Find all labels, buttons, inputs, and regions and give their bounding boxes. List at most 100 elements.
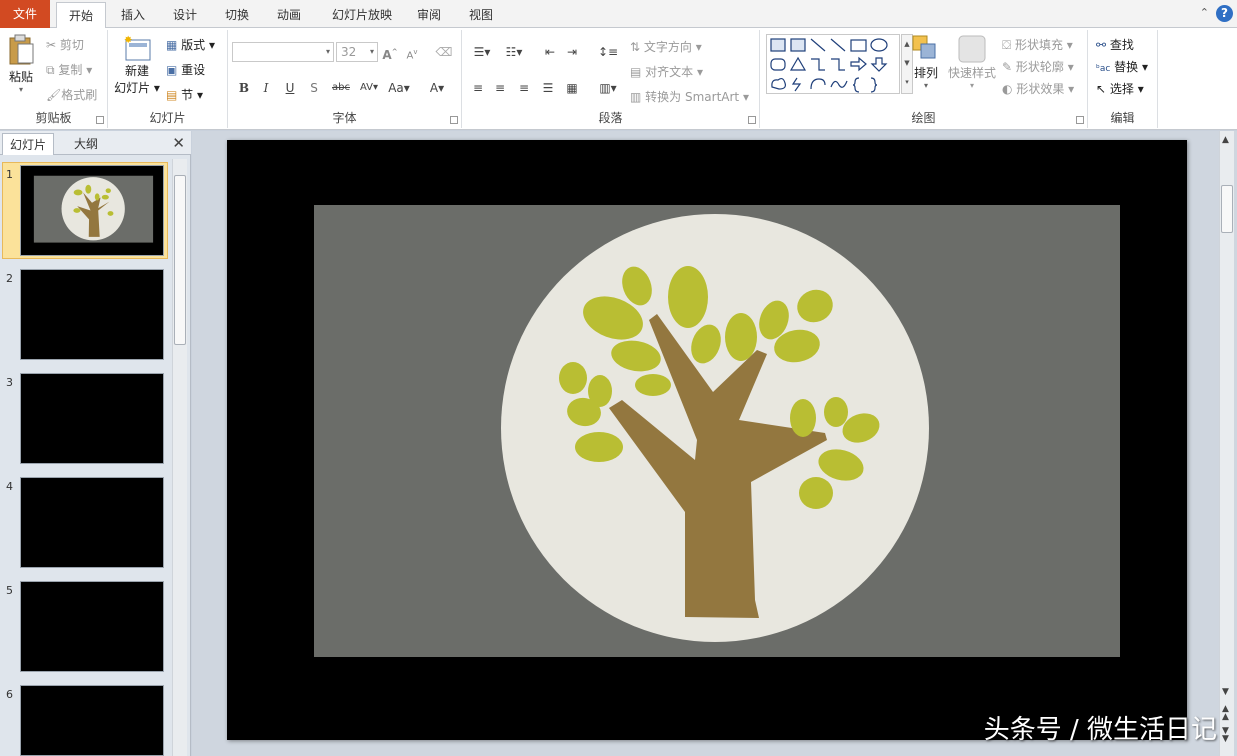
tab-design[interactable]: 设计 (164, 2, 206, 28)
next-slide-icon[interactable]: ▼ ▼ (1222, 727, 1229, 744)
help-icon[interactable]: ? (1216, 5, 1233, 22)
drawing-launcher-icon[interactable] (1076, 116, 1084, 124)
text-direction-button[interactable]: ⇅ 文字方向 ▾ (630, 38, 702, 55)
shape-outline-label: 形状轮廓 (1015, 60, 1064, 74)
align-text-button[interactable]: ▤ 对齐文本 ▾ (630, 63, 703, 80)
triangle-shape-icon (789, 56, 807, 71)
slide-thumbnail-3[interactable] (20, 373, 164, 464)
tab-review[interactable]: 审阅 (408, 2, 450, 28)
select-button[interactable]: ↖ 选择 ▾ (1096, 80, 1144, 97)
char-spacing-button[interactable]: AV▾ (356, 78, 382, 98)
shapes-gallery[interactable] (766, 34, 900, 94)
watermark-text: 头条号 / 微生活日记 (983, 715, 1217, 745)
numbering-button[interactable]: ☷▾ (500, 42, 528, 62)
chevron-down-icon: ▾ (923, 81, 928, 90)
justify-icon[interactable]: ☰ (538, 78, 558, 98)
bullets-icon: ☰ (473, 45, 485, 59)
smartart-label: 转换为 SmartArt (645, 90, 740, 104)
align-left-icon[interactable]: ≡ (468, 78, 488, 98)
bullets-button[interactable]: ☰▾ (468, 42, 496, 62)
font-launcher-icon[interactable] (450, 116, 458, 124)
increase-indent-icon[interactable]: ⇥ (562, 42, 582, 62)
minimize-ribbon-icon[interactable]: ⌃ (1200, 6, 1209, 19)
tab-file[interactable]: 文件 (0, 0, 50, 28)
font-size-combo[interactable]: 32 ▾ (336, 42, 378, 62)
quick-styles-button[interactable]: 快速样式 ▾ (946, 34, 998, 90)
italic-button[interactable]: I (256, 78, 276, 98)
shadow-button[interactable]: S (304, 78, 324, 98)
current-slide[interactable] (227, 140, 1187, 740)
thumbnail-scrollbar[interactable] (172, 159, 187, 756)
editor-scrollbar[interactable]: ▲ ▼ ▲ ▲ ▼ ▼ (1219, 131, 1234, 756)
find-button[interactable]: ⚯ 查找 (1096, 36, 1134, 53)
change-case-label: Aa (388, 81, 404, 95)
columns-button[interactable]: ▥▾ (594, 78, 622, 98)
reset-button[interactable]: ▣ 重设 (166, 61, 205, 78)
clear-format-icon[interactable]: ⌫ (434, 42, 454, 62)
slide-thumbnail-pane: 幻灯片 大纲 ✕ 1 2 3 4 5 6 (0, 131, 191, 756)
paragraph-launcher-icon[interactable] (748, 116, 756, 124)
previous-slide-icon[interactable]: ▲ ▲ (1222, 705, 1229, 722)
thumbnail-scrollbar-thumb[interactable] (174, 175, 186, 345)
shrink-font-button[interactable]: Av (402, 42, 422, 62)
char-spacing-label: AV (359, 82, 373, 93)
tab-slideshow[interactable]: 幻灯片放映 (320, 2, 404, 28)
distribute-icon[interactable]: ▦ (562, 78, 582, 98)
arrange-button[interactable]: 排列 ▾ (908, 34, 944, 90)
decrease-indent-icon[interactable]: ⇤ (540, 42, 560, 62)
group-label-clipboard: 剪贴板 (35, 111, 72, 125)
font-color-button[interactable]: A▾ (424, 78, 450, 98)
tree-illustration[interactable] (227, 140, 1187, 740)
replace-button[interactable]: ᵇac 替换 ▾ (1096, 58, 1148, 75)
convert-smartart-button[interactable]: ▥ 转换为 SmartArt ▾ (630, 88, 749, 105)
slide-number: 5 (6, 584, 13, 597)
slide-thumbnail-1[interactable] (20, 165, 164, 256)
tab-outline[interactable]: 大纲 (58, 133, 114, 155)
tab-insert[interactable]: 插入 (112, 2, 154, 28)
quick-styles-icon (958, 35, 986, 63)
vertical-textbox-shape-icon (790, 38, 806, 52)
slide-thumbnail-6[interactable] (20, 685, 164, 756)
change-case-button[interactable]: Aa▾ (386, 78, 412, 98)
elbow-arrow-shape-icon (831, 58, 845, 71)
underline-button[interactable]: U (280, 78, 300, 98)
shape-effects-button[interactable]: ◐ 形状效果 ▾ (1002, 80, 1074, 97)
lightning-shape-icon (791, 77, 802, 92)
tab-transitions[interactable]: 切换 (216, 2, 258, 28)
copy-button[interactable]: ⧉ 复制 ▾ (46, 61, 92, 78)
slide-thumbnail-5[interactable] (20, 581, 164, 672)
scroll-down-icon[interactable]: ▼ (1222, 687, 1229, 697)
line-spacing-button[interactable]: ↕≡ (594, 42, 622, 62)
close-pane-icon[interactable]: ✕ (172, 134, 185, 152)
font-name-combo[interactable]: ▾ (232, 42, 334, 62)
strikethrough-button[interactable]: abc (328, 78, 354, 98)
clipboard-launcher-icon[interactable] (96, 116, 104, 124)
grow-font-button[interactable]: A^ (380, 42, 400, 62)
slide-thumbnail-2[interactable] (20, 269, 164, 360)
shape-outline-button[interactable]: ✎ 形状轮廓 ▾ (1002, 58, 1074, 75)
left-brace-shape-icon (852, 77, 860, 93)
binoculars-icon: ⚯ (1096, 38, 1107, 52)
select-label: 选择 (1109, 82, 1134, 96)
tab-slides[interactable]: 幻灯片 (2, 133, 54, 155)
align-right-icon[interactable]: ≡ (514, 78, 534, 98)
shapes-gallery-icons (770, 38, 888, 93)
tab-home[interactable]: 开始 (56, 2, 106, 29)
cloud-shape-icon (771, 77, 786, 90)
curve-shape-icon (830, 80, 848, 88)
tab-animations[interactable]: 动画 (268, 2, 310, 28)
tab-view[interactable]: 视图 (460, 2, 502, 28)
slide-thumbnail-4[interactable] (20, 477, 164, 568)
new-slide-button[interactable]: ✸ 新建 幻灯片 ▾ (114, 34, 160, 96)
shape-fill-button[interactable]: ⛋ 形状填充 ▾ (1002, 36, 1073, 53)
align-center-icon[interactable]: ≡ (490, 78, 510, 98)
format-painter-button[interactable]: 🖌格式刷 (46, 86, 97, 103)
layout-button[interactable]: ▦ 版式 ▾ (166, 36, 215, 53)
paste-button[interactable]: 粘贴 ▾ (4, 34, 38, 94)
cut-button[interactable]: ✂ 剪切 (46, 36, 84, 53)
numbering-icon: ☷ (505, 45, 517, 59)
editor-scrollbar-thumb[interactable] (1221, 185, 1233, 233)
scroll-up-icon[interactable]: ▲ (1222, 135, 1229, 145)
section-button[interactable]: ▤ 节 ▾ (166, 86, 203, 103)
bold-button[interactable]: B (234, 78, 254, 98)
